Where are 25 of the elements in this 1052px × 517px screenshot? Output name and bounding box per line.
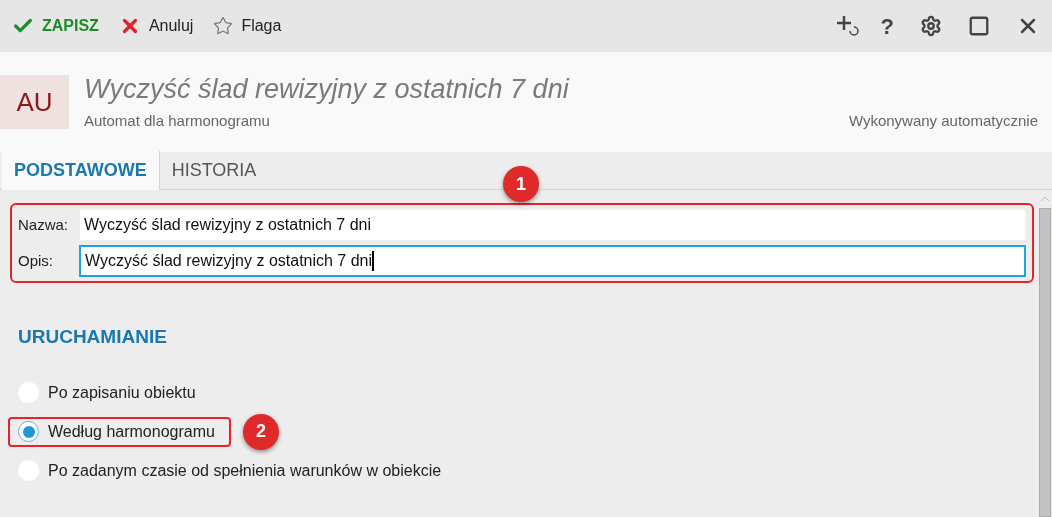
add-icon[interactable] — [834, 14, 859, 38]
field-label: Nazwa: — [18, 214, 70, 235]
run-mode-label: Wykonywany automatycznie — [848, 110, 1038, 131]
settings-icon[interactable] — [920, 15, 942, 37]
save-button[interactable]: ZAPISZ — [12, 14, 99, 38]
scrollbar-thumb[interactable] — [1039, 208, 1051, 517]
radio-option[interactable]: Po zapisaniu obiektu — [8, 377, 212, 408]
tab[interactable]: PODSTAWOWE — [2, 151, 160, 190]
record-title: Wyczyść ślad rewizyjny z ostatnich 7 dni — [84, 72, 571, 106]
text-field[interactable]: Wyczyść ślad rewizyjny z ostatnich 7 dni — [79, 245, 1026, 277]
flag-button[interactable]: Flaga — [213, 14, 282, 38]
callout-badge: 1 — [503, 166, 539, 202]
text-field[interactable]: Wyczyść ślad rewizyjny z ostatnich 7 dni — [79, 209, 1026, 241]
field-label: Opis: — [18, 250, 54, 271]
star-icon — [213, 16, 234, 36]
radio-option[interactable]: Po zadanym czasie od spełnienia warunków w obiekcie — [8, 455, 458, 486]
radio-option[interactable]: Według harmonogramu — [8, 416, 231, 447]
callout-badge: 2 — [242, 413, 279, 450]
help-button[interactable]: ? — [880, 9, 894, 43]
tab[interactable]: HISTORIA — [159, 151, 269, 189]
avatar-badge: AU — [0, 75, 69, 129]
section-title: URUCHAMIANIE — [18, 325, 168, 349]
maximize-icon[interactable] — [968, 15, 990, 37]
record-subtitle: Automat dla harmonogramu — [84, 110, 270, 131]
cancel-button[interactable]: Anuluj — [118, 14, 194, 38]
